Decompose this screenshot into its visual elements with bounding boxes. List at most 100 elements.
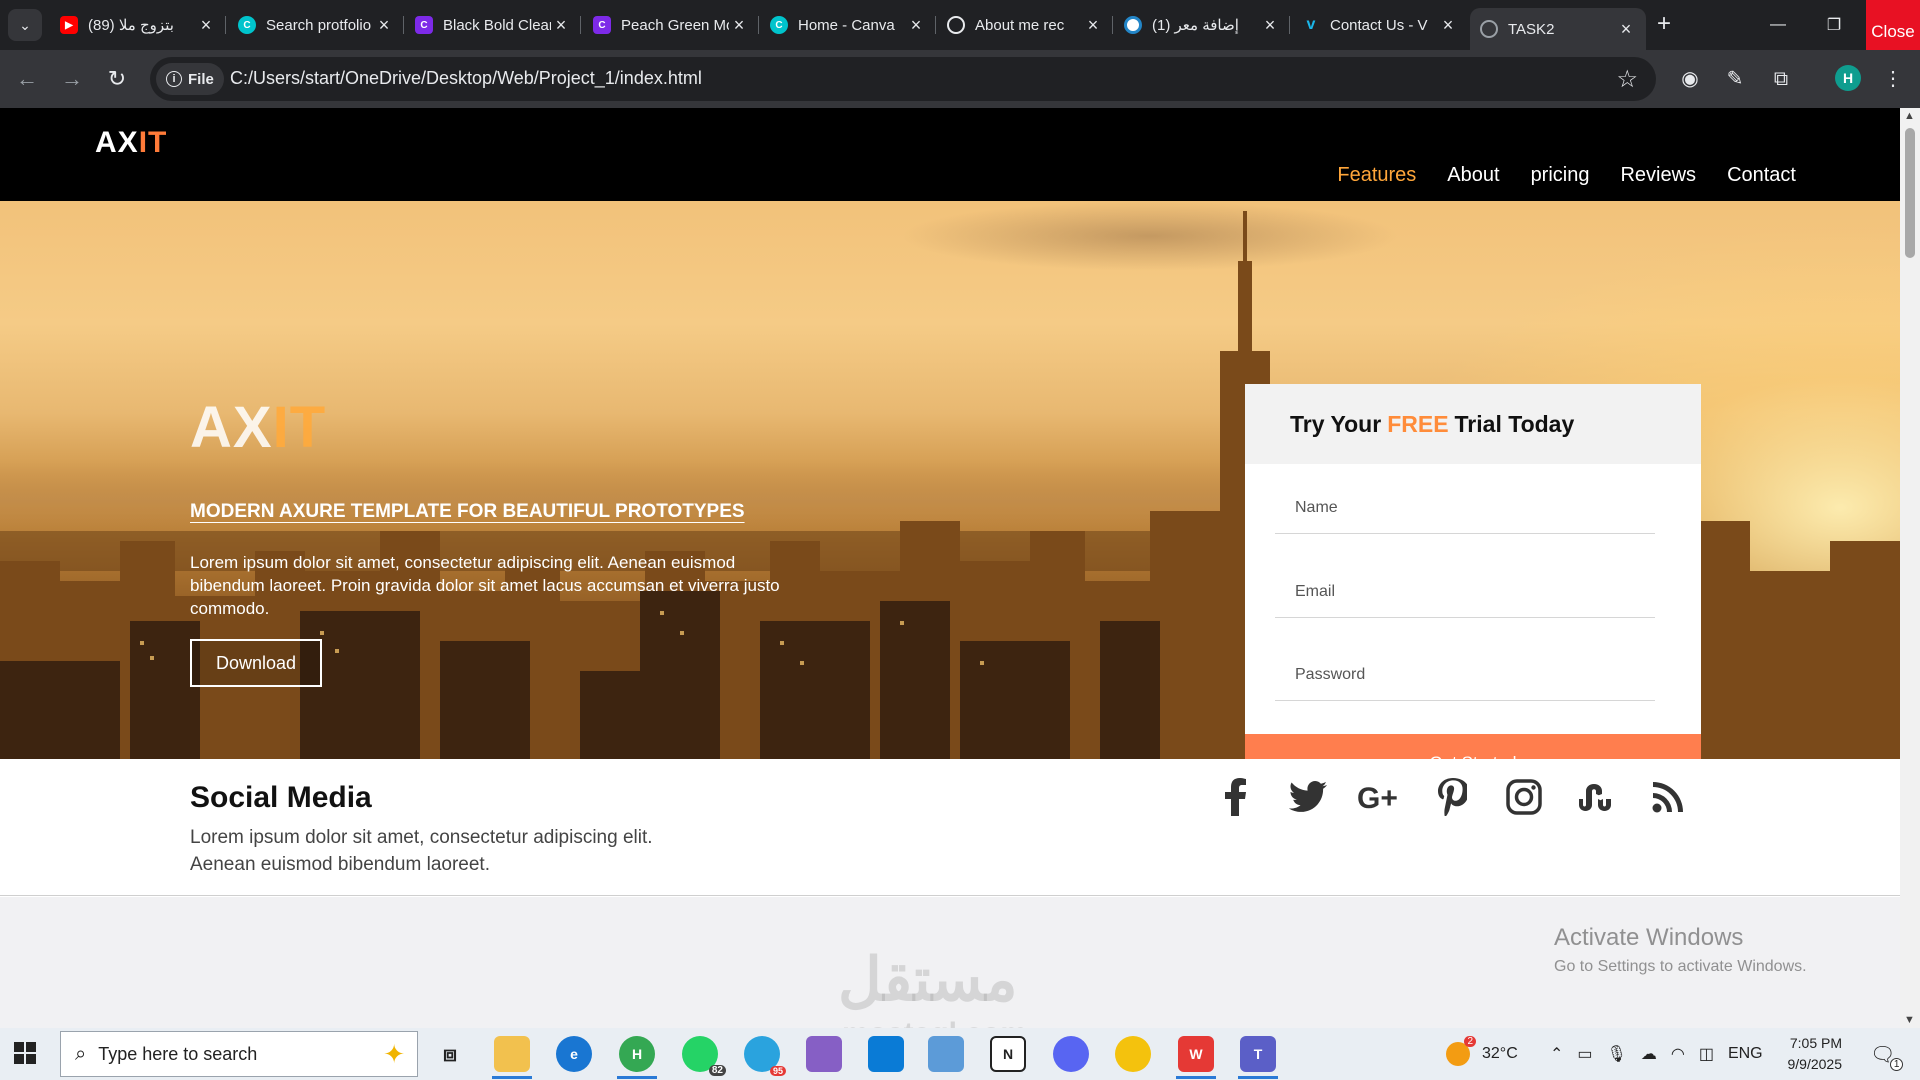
extensions-puzzle-icon[interactable]: ⧉ <box>1766 64 1796 94</box>
site-info-chip[interactable]: i File <box>156 63 224 95</box>
clock-time: 7:05 PM <box>1789 1035 1842 1051</box>
tab-task2[interactable]: TASK2 × <box>1470 8 1646 50</box>
profile-avatar[interactable]: H <box>1835 65 1861 91</box>
tab-title: Black Bold Clean <box>443 16 551 34</box>
password-field[interactable]: Password <box>1275 641 1655 701</box>
rss-icon[interactable] <box>1632 775 1704 819</box>
close-tab-icon[interactable]: × <box>1083 15 1103 36</box>
menu-dots-icon[interactable]: ⋮ <box>1878 64 1908 94</box>
forward-button[interactable]: → <box>57 64 87 94</box>
wps-office-icon[interactable]: W <box>1178 1036 1214 1072</box>
file-explorer-icon[interactable] <box>494 1036 530 1072</box>
close-window-button[interactable]: Close <box>1866 0 1920 50</box>
scroll-down-arrow-icon[interactable]: ▼ <box>1904 1014 1915 1026</box>
discord-icon[interactable] <box>1053 1036 1089 1072</box>
logo-part2: IT <box>138 126 168 159</box>
nav-reviews[interactable]: Reviews <box>1620 164 1696 187</box>
tab-search-portfolio[interactable]: C Search protfolio × <box>228 8 404 42</box>
tab-separator <box>758 16 759 34</box>
snipping-tool-icon[interactable] <box>928 1036 964 1072</box>
get-started-button[interactable]: Get Started <box>1245 734 1701 759</box>
task-view-icon[interactable]: ⧈ <box>432 1036 468 1072</box>
back-button[interactable]: ← <box>12 64 42 94</box>
scroll-up-arrow-icon[interactable]: ▲ <box>1904 110 1915 122</box>
minimize-button[interactable]: — <box>1750 0 1806 50</box>
tab-contact-us[interactable]: v Contact Us - V × <box>1292 8 1468 42</box>
facebook-icon[interactable] <box>1200 775 1272 819</box>
close-tab-icon[interactable]: × <box>729 15 749 36</box>
tab-title: TASK2 <box>1508 20 1555 38</box>
twitter-icon[interactable] <box>1272 775 1344 819</box>
app-icon[interactable] <box>1115 1036 1151 1072</box>
close-tab-icon[interactable]: × <box>1438 15 1458 36</box>
extension-icon[interactable]: ◉ <box>1675 64 1705 94</box>
chevron-up-icon[interactable]: ⌃ <box>1550 1044 1563 1064</box>
tab-separator <box>1289 16 1290 34</box>
tab-youtube[interactable]: ▶ (89) بتزوج ملا × <box>50 8 226 42</box>
close-tab-icon[interactable]: × <box>551 15 571 36</box>
scroll-thumb[interactable] <box>1905 128 1915 258</box>
vscode-icon[interactable] <box>868 1036 904 1072</box>
temperature-text: 32°C <box>1482 1045 1518 1062</box>
new-tab-button[interactable]: + <box>1650 10 1678 38</box>
tab-title: About me rec <box>975 16 1065 34</box>
edge-icon[interactable]: e <box>556 1036 592 1072</box>
telegram-icon[interactable]: 95 <box>744 1036 786 1076</box>
hero-section: AXIT MODERN AXURE TEMPLATE FOR BEAUTIFUL… <box>0 201 1900 759</box>
tab-mostaql[interactable]: إضافة معر (1) × <box>1114 8 1290 42</box>
site-logo[interactable]: AXIT <box>95 126 167 160</box>
site-header: AXIT Features About pricing Reviews Cont… <box>0 108 1900 201</box>
nav-features[interactable]: Features <box>1337 164 1416 187</box>
reload-button[interactable]: ↻ <box>102 64 132 94</box>
taskbar-search-input[interactable]: ⌕ Type here to search ✦ <box>60 1031 418 1077</box>
whatsapp-icon[interactable]: 82 <box>682 1036 726 1076</box>
tab-separator <box>225 16 226 34</box>
close-tab-icon[interactable]: × <box>1616 19 1636 40</box>
tab-home-canva[interactable]: C Home - Canva × <box>760 8 936 42</box>
onedrive-icon[interactable]: ☁ <box>1641 1044 1657 1064</box>
notion-icon[interactable]: N <box>990 1036 1026 1072</box>
browser-toolbar: ← → ↻ i File C:/Users/start/OneDrive/Des… <box>0 50 1920 108</box>
teams-icon[interactable]: T <box>1240 1036 1276 1072</box>
address-bar[interactable]: i File C:/Users/start/OneDrive/Desktop/W… <box>150 57 1656 101</box>
close-tab-icon[interactable]: × <box>1260 15 1280 36</box>
google-plus-icon[interactable]: G+ <box>1344 775 1416 819</box>
windows-start-icon[interactable] <box>14 1042 36 1069</box>
name-field[interactable]: Name <box>1275 474 1655 534</box>
vimeo-icon: v <box>1306 16 1316 33</box>
notifications-button[interactable]: 🗨 1 <box>1870 1028 1904 1080</box>
trial-form: Try Your FREE Trial Today Name Email Pas… <box>1245 384 1701 759</box>
instagram-icon[interactable] <box>1488 775 1560 819</box>
battery-icon[interactable]: ▭ <box>1577 1044 1592 1064</box>
close-tab-icon[interactable]: × <box>906 15 926 36</box>
page-scrollbar[interactable]: ▲ ▼ <box>1900 108 1920 1028</box>
tab-about-me[interactable]: About me rec × <box>937 8 1113 42</box>
nav-about[interactable]: About <box>1447 164 1499 187</box>
volume-icon[interactable]: ◫ <box>1699 1044 1714 1064</box>
download-button[interactable]: Download <box>190 639 322 687</box>
restore-button[interactable]: ❐ <box>1806 0 1862 50</box>
pinterest-icon[interactable] <box>1416 775 1488 819</box>
extension-pencil-icon[interactable]: ✎ <box>1720 64 1750 94</box>
taskbar-clock[interactable]: 7:05 PM 9/9/2025 <box>1776 1033 1843 1075</box>
nav-contact[interactable]: Contact <box>1727 164 1796 187</box>
weather-widget[interactable]: 2 32°C <box>1446 1028 1518 1080</box>
trial-title-free: FREE <box>1387 410 1449 437</box>
search-icon: ⌕ <box>75 1042 87 1065</box>
chrome-active-indicator <box>617 1076 657 1079</box>
language-indicator[interactable]: ENG <box>1728 1045 1763 1063</box>
stumbleupon-icon[interactable] <box>1560 775 1632 819</box>
visual-studio-icon[interactable] <box>806 1036 842 1072</box>
tab-search-button[interactable]: ⌄ <box>8 9 42 41</box>
bookmark-star-icon[interactable]: ☆ <box>1616 65 1638 94</box>
url-text[interactable]: C:/Users/start/OneDrive/Desktop/Web/Proj… <box>230 68 702 89</box>
nav-pricing[interactable]: pricing <box>1531 164 1590 187</box>
microphone-icon[interactable]: 🎙 <box>1607 1044 1627 1064</box>
close-tab-icon[interactable]: × <box>374 15 394 36</box>
close-tab-icon[interactable]: × <box>196 15 216 36</box>
chrome-icon[interactable]: H <box>619 1036 655 1072</box>
email-field[interactable]: Email <box>1275 558 1655 618</box>
tab-black-bold[interactable]: C Black Bold Clean × <box>405 8 581 42</box>
tab-peach-green[interactable]: C Peach Green Mod × <box>583 8 759 42</box>
wifi-icon[interactable]: ◠ <box>1671 1044 1685 1064</box>
